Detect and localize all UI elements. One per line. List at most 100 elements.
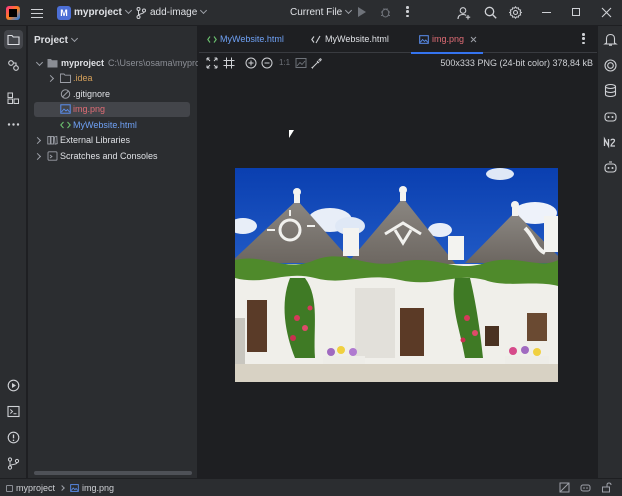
commit-icon bbox=[8, 60, 19, 71]
chevron-down-icon bbox=[200, 6, 208, 15]
database-icon[interactable] bbox=[603, 83, 618, 98]
tab-mywebsite-html-2[interactable]: MyWebsite.html bbox=[311, 26, 401, 53]
grid-icon[interactable] bbox=[223, 57, 235, 69]
status-bar: myproject img.png bbox=[0, 478, 622, 496]
title-bar: M myproject add-image Current File bbox=[0, 0, 622, 26]
tree-item-scratches[interactable]: Scratches and Consoles bbox=[28, 149, 198, 164]
html-file-icon bbox=[60, 121, 71, 129]
background-icon[interactable] bbox=[295, 57, 307, 69]
image-toolbar: 1:1 500x333 PNG (24-bit color) 378,84 kB bbox=[199, 54, 597, 74]
tabs-more-icon[interactable] bbox=[582, 33, 585, 46]
tab-img-png[interactable]: img.png bbox=[411, 26, 483, 54]
image-file-icon bbox=[60, 104, 71, 114]
tab-mywebsite-html-1[interactable]: MyWebsite.html bbox=[207, 26, 297, 53]
tree-item-gitignore[interactable]: .gitignore bbox=[28, 87, 198, 102]
tree-item-myproject[interactable]: myproject C:\Users\osama\mypro bbox=[28, 56, 198, 71]
breadcrumb-project[interactable]: myproject bbox=[16, 483, 55, 493]
problems-tool-button[interactable] bbox=[4, 428, 23, 447]
tree-item-label: myproject bbox=[61, 58, 105, 68]
commit-tool-button[interactable] bbox=[4, 56, 23, 75]
project-selector[interactable]: myproject bbox=[74, 6, 132, 18]
branch-selector[interactable]: add-image bbox=[150, 6, 208, 18]
html-file-icon bbox=[207, 36, 217, 43]
expand-toggle-icon[interactable] bbox=[33, 152, 42, 161]
copilot-status-icon[interactable] bbox=[580, 482, 591, 493]
tab-label: img.png bbox=[432, 34, 465, 44]
zoom-in-icon[interactable] bbox=[245, 57, 257, 69]
tree-item-label: .idea bbox=[73, 73, 93, 83]
debug-icon[interactable] bbox=[380, 6, 391, 18]
left-tool-strip bbox=[0, 26, 27, 478]
tree-item-idea[interactable]: .idea bbox=[28, 71, 198, 86]
copilot-icon[interactable] bbox=[603, 109, 618, 124]
git-branch-icon[interactable] bbox=[136, 7, 146, 19]
jetbrains-logo-icon[interactable] bbox=[6, 6, 20, 20]
run-tool-button[interactable] bbox=[4, 376, 23, 395]
image-file-icon bbox=[70, 484, 79, 492]
chevron-down-icon bbox=[124, 6, 132, 15]
tree-item-label: img.png bbox=[73, 104, 106, 114]
tree-item-label: Scratches and Consoles bbox=[60, 151, 158, 161]
project-tool-button[interactable] bbox=[4, 30, 23, 49]
image-file-icon bbox=[419, 35, 429, 44]
minimize-window-button[interactable] bbox=[542, 12, 551, 13]
git-icon bbox=[7, 457, 20, 470]
zoom-out-icon[interactable] bbox=[261, 57, 273, 69]
n2-icon[interactable] bbox=[603, 135, 618, 150]
structure-tool-button[interactable] bbox=[4, 89, 23, 108]
run-circle-icon bbox=[7, 379, 20, 392]
main-menu-icon[interactable] bbox=[30, 6, 44, 20]
tree-item-img-png[interactable]: img.png bbox=[34, 102, 190, 117]
folder-icon bbox=[7, 34, 20, 46]
gear-icon[interactable] bbox=[509, 6, 522, 19]
structure-icon bbox=[7, 92, 19, 104]
breadcrumb: myproject img.png bbox=[6, 483, 114, 493]
editor-tabs: MyWebsite.html MyWebsite.html img.png bbox=[199, 26, 597, 54]
chevron-down-icon bbox=[345, 6, 353, 15]
search-icon[interactable] bbox=[484, 6, 497, 19]
right-tool-strip bbox=[597, 26, 622, 478]
terminal-icon bbox=[7, 405, 20, 418]
no-inspections-icon[interactable] bbox=[559, 482, 570, 493]
expand-toggle-icon[interactable] bbox=[33, 136, 42, 145]
ai-assistant-icon[interactable] bbox=[603, 58, 618, 73]
fit-zoom-icon[interactable] bbox=[206, 57, 218, 69]
mouse-cursor bbox=[289, 130, 294, 138]
branch-selector-label: add-image bbox=[150, 7, 198, 18]
tree-item-label: MyWebsite.html bbox=[73, 120, 137, 130]
run-icon[interactable] bbox=[358, 7, 366, 17]
chevron-right-icon bbox=[59, 485, 65, 491]
run-config-label: Current File bbox=[290, 7, 343, 18]
close-tab-icon[interactable] bbox=[470, 36, 477, 43]
expand-toggle-icon[interactable] bbox=[35, 58, 44, 67]
tree-item-mywebsite-html[interactable]: MyWebsite.html bbox=[28, 118, 198, 133]
code-with-me-icon[interactable] bbox=[603, 160, 618, 175]
horizontal-scrollbar[interactable] bbox=[34, 471, 192, 475]
breadcrumb-file[interactable]: img.png bbox=[82, 483, 114, 493]
tree-item-path: C:\Users\osama\mypro bbox=[108, 58, 198, 68]
tree-item-external-libraries[interactable]: External Libraries bbox=[28, 133, 198, 148]
problems-icon bbox=[7, 431, 20, 444]
html-preview-icon bbox=[311, 35, 321, 44]
project-badge[interactable]: M bbox=[57, 6, 71, 20]
lock-open-icon[interactable] bbox=[601, 482, 612, 493]
folder-icon bbox=[60, 73, 71, 83]
tab-label: MyWebsite.html bbox=[220, 34, 284, 44]
run-config-selector[interactable]: Current File bbox=[290, 6, 353, 18]
terminal-tool-button[interactable] bbox=[4, 402, 23, 421]
expand-toggle-icon[interactable] bbox=[46, 74, 55, 83]
add-user-icon[interactable] bbox=[457, 6, 471, 20]
close-window-button[interactable] bbox=[601, 7, 612, 18]
ignore-file-icon bbox=[60, 89, 71, 99]
trulli-houses-image bbox=[235, 168, 558, 382]
scratches-icon bbox=[47, 151, 58, 161]
more-tools-button[interactable] bbox=[4, 115, 23, 134]
actual-size-button[interactable]: 1:1 bbox=[279, 58, 290, 67]
notifications-icon[interactable] bbox=[603, 32, 618, 47]
color-picker-icon[interactable] bbox=[311, 57, 323, 69]
more-actions-icon[interactable] bbox=[406, 6, 409, 19]
git-tool-button[interactable] bbox=[4, 454, 23, 473]
chevron-down-icon bbox=[70, 34, 78, 43]
maximize-window-button[interactable] bbox=[572, 8, 580, 16]
project-panel-header[interactable]: Project bbox=[34, 34, 78, 46]
